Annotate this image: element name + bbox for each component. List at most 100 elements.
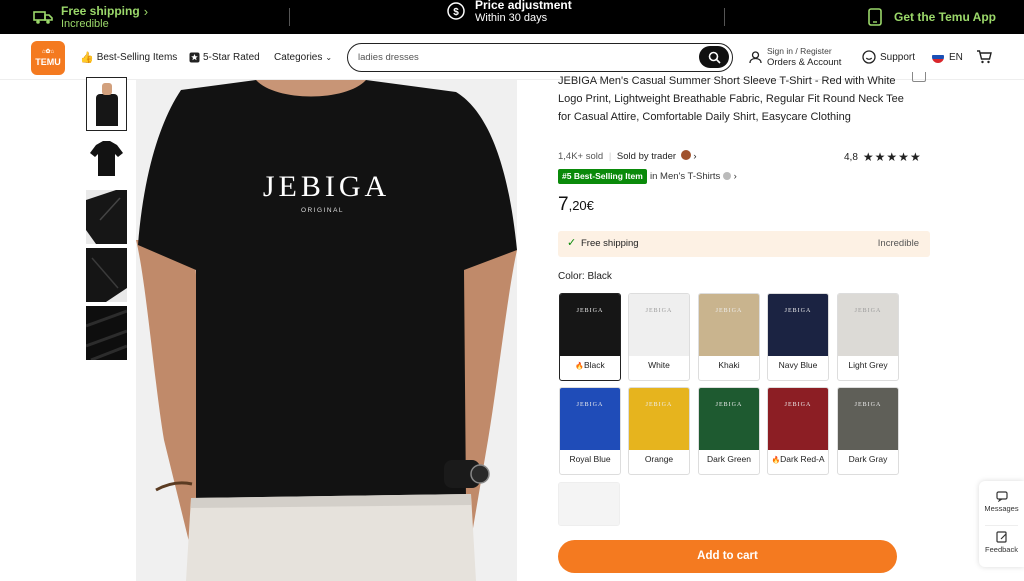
thumbnail-fabric-fold: [86, 248, 127, 302]
swatch-image: JEBIGA: [699, 388, 759, 450]
search-input[interactable]: [358, 48, 688, 66]
truck-icon: [33, 11, 53, 24]
thumbnail-shirt-flat: [90, 141, 123, 176]
chevron-right-icon: ›: [143, 3, 149, 19]
model-tshirt-photo: [136, 80, 517, 581]
swatch-image: JEBIGA: [560, 294, 620, 356]
swatch-image: JEBIGA: [838, 388, 898, 450]
swatch-label: Navy Blue: [768, 360, 828, 370]
divider: [289, 8, 290, 26]
shipping-banner[interactable]: ✓ Free shipping Incredible: [558, 231, 930, 257]
chevron-right-icon: ›: [693, 151, 697, 162]
swatch-brand-print: JEBIGA: [576, 402, 604, 408]
thumbnail-3[interactable]: [86, 190, 127, 244]
color-swatch-partial[interactable]: [558, 482, 620, 526]
feedback-button[interactable]: Feedback: [979, 531, 1024, 554]
swatch-label-text: Khaki: [718, 360, 740, 370]
swatch-brand-print: JEBIGA: [784, 402, 812, 408]
share-icon[interactable]: [912, 72, 926, 82]
meta-separator: |: [608, 151, 612, 162]
language-label: EN: [949, 51, 963, 63]
swatch-brand-print: JEBIGA: [645, 308, 673, 314]
rating-value: 4,8: [844, 151, 858, 163]
messages-button[interactable]: Messages: [979, 491, 1024, 513]
thumbnail-fabric-texture: [86, 309, 127, 360]
swatch-label-text: Black: [583, 360, 605, 370]
seller-label: Sold by trader: [616, 151, 677, 162]
slovenia-flag-icon: [932, 51, 944, 63]
thumbnail-2[interactable]: [86, 133, 127, 187]
swatch-image: JEBIGA: [560, 388, 620, 450]
thumbnail-1[interactable]: [86, 77, 127, 131]
search-bar: [347, 43, 733, 72]
thumbnail-4[interactable]: [86, 248, 127, 302]
swatch-label: Orange: [629, 454, 689, 464]
chevron-down-icon: ⌄: [325, 52, 333, 62]
thumbnail-5[interactable]: [86, 306, 127, 360]
color-swatch[interactable]: JEBIGA Dark Green: [698, 387, 760, 475]
swatch-brand-print: JEBIGA: [854, 402, 882, 408]
swatch-label-text: Light Grey: [848, 360, 888, 370]
color-swatch[interactable]: JEBIGA Royal Blue: [559, 387, 621, 475]
message-icon: [995, 491, 1008, 503]
swatch-brand-print: JEBIGA: [854, 308, 882, 314]
swatch-brand-print: JEBIGA: [715, 402, 743, 408]
swatch-label-text: Dark Red-A: [780, 454, 825, 464]
swatch-label-text: Dark Gray: [848, 454, 888, 464]
add-to-cart-button[interactable]: Add to cart: [558, 540, 897, 573]
product-rating[interactable]: 4,8 ★★★★★: [844, 150, 922, 164]
cart-button[interactable]: [976, 34, 992, 80]
color-swatch[interactable]: JEBIGA Navy Blue: [767, 293, 829, 381]
swatch-brand-print: JEBIGA: [576, 308, 604, 314]
svg-text:$: $: [453, 7, 459, 18]
color-swatch[interactable]: JEBIGA Khaki: [698, 293, 760, 381]
main-product-image[interactable]: JEBIGA ORIGINAL: [136, 80, 517, 581]
price-adjustment-label: Price adjustment: [475, 0, 572, 12]
color-swatch[interactable]: JEBIGA White: [628, 293, 690, 381]
swatch-brand-print: JEBIGA: [715, 308, 743, 314]
price-adjustment-promo[interactable]: $ Price adjustment Within 30 days: [446, 0, 572, 28]
swatch-brand-print: JEBIGA: [645, 402, 673, 408]
price-integer: 7: [558, 194, 569, 215]
thumbs-up-icon: 👍: [80, 51, 94, 64]
info-icon: [722, 172, 731, 180]
search-button[interactable]: [699, 46, 729, 68]
fire-icon: 🔥: [575, 363, 584, 370]
swatch-label: Khaki: [699, 360, 759, 370]
five-star-link[interactable]: 5-Star Rated: [189, 34, 260, 80]
category-link[interactable]: in Men's T-Shirts ›: [650, 171, 737, 182]
color-swatch[interactable]: JEBIGA Dark Gray: [837, 387, 899, 475]
cart-icon: [977, 50, 992, 64]
swatch-label-text: Navy Blue: [778, 360, 818, 370]
brand-print-sub: ORIGINAL: [300, 207, 345, 214]
dollar-icon: $: [447, 2, 465, 20]
swatch-label-text: Royal Blue: [569, 454, 611, 464]
get-app-promo[interactable]: Get the Temu App: [868, 0, 996, 34]
swatch-image: [559, 483, 619, 525]
categories-dropdown[interactable]: Categories ⌄: [274, 34, 332, 80]
color-swatch[interactable]: JEBIGA 🔥Dark Red-A: [767, 387, 829, 475]
sold-count: 1,4K+ sold: [558, 151, 604, 162]
color-swatch[interactable]: JEBIGA Orange: [628, 387, 690, 475]
language-selector[interactable]: EN: [932, 34, 963, 80]
product-title: JEBIGA Men's Casual Summer Short Sleeve …: [558, 75, 904, 123]
check-icon: ✓: [567, 237, 577, 249]
swatch-label: 🔥Dark Red-A: [768, 454, 828, 464]
swatch-label: Light Grey: [838, 360, 898, 370]
orders-label: Orders & Account: [767, 57, 842, 68]
seller-link[interactable]: Sold by trader ›: [616, 150, 697, 162]
color-swatch[interactable]: JEBIGA 🔥Black: [559, 293, 621, 381]
swatch-image: JEBIGA: [629, 388, 689, 450]
user-icon: [749, 50, 762, 63]
free-shipping-promo[interactable]: Free shipping Incredible ›: [33, 0, 148, 34]
color-swatch[interactable]: JEBIGA Light Grey: [837, 293, 899, 381]
swatch-image: JEBIGA: [629, 294, 689, 356]
thumbnail-fabric-detail: [86, 190, 127, 244]
temu-logo[interactable]: ⌂✿⌂ TEMU: [31, 41, 65, 75]
price-adjustment-sub: Within 30 days: [475, 11, 548, 24]
phone-icon: [868, 8, 882, 26]
thumbnail-model-neck: [102, 83, 112, 95]
best-selling-link[interactable]: 👍 Best-Selling Items: [80, 34, 177, 80]
product-price: 7,20€: [558, 194, 594, 216]
fire-icon: 🔥: [771, 457, 781, 464]
